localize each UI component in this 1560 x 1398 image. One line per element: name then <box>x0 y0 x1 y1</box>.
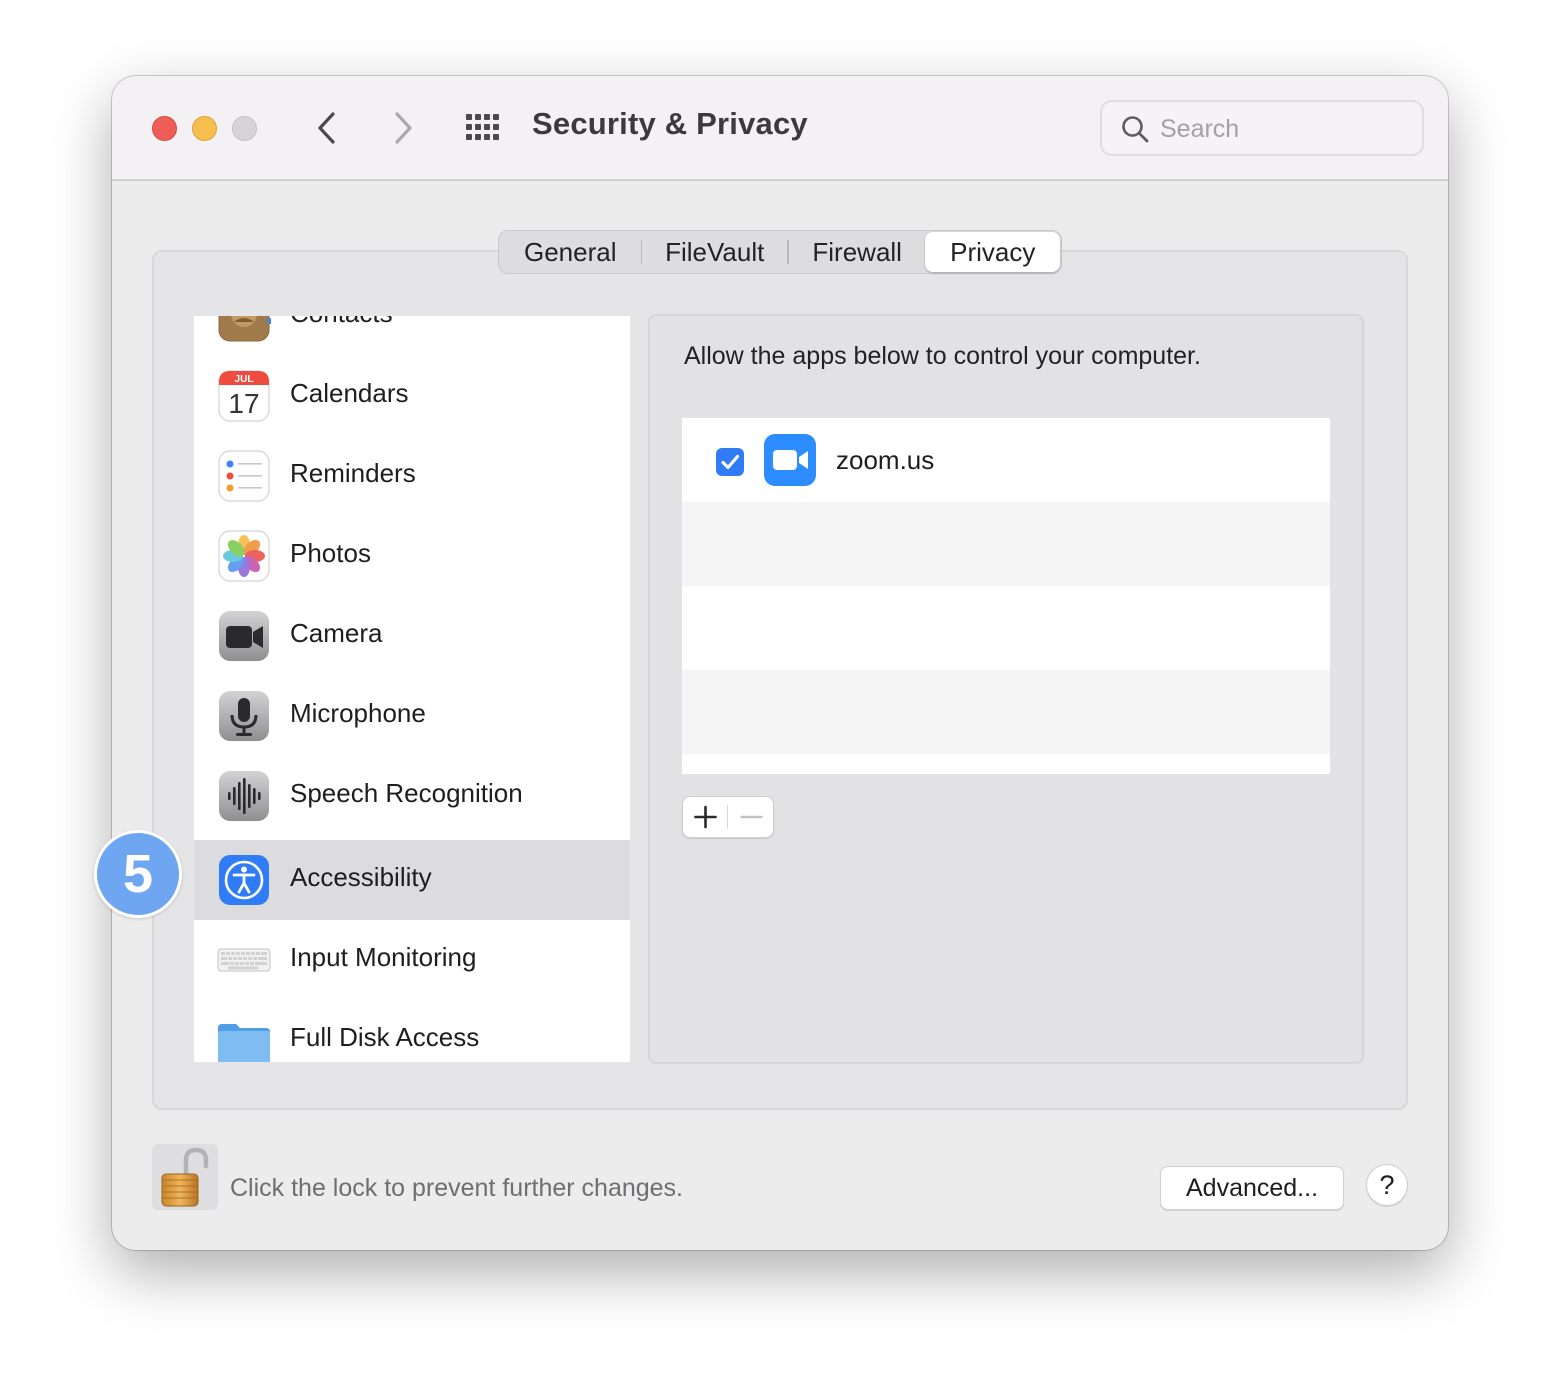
tab-bar: General FileVault Firewall Privacy <box>498 230 1062 274</box>
add-remove-divider <box>727 805 728 829</box>
zoom-icon <box>764 434 816 486</box>
minimize-button[interactable] <box>192 116 217 141</box>
lock-status-text: Click the lock to prevent further change… <box>230 1174 684 1202</box>
show-all-button[interactable] <box>462 110 506 146</box>
list-item-empty <box>682 586 1330 670</box>
system-preferences-window: Security & Privacy General FileVault Fir… <box>112 76 1448 1250</box>
plus-icon <box>694 805 717 829</box>
sidebar-item-photos[interactable]: Photos <box>194 516 630 596</box>
close-button[interactable] <box>152 116 177 141</box>
lock-button[interactable] <box>152 1144 218 1210</box>
tab-firewall[interactable]: Firewall <box>789 232 926 272</box>
sidebar-item-label: Photos <box>290 538 371 568</box>
calendar-day: 17 <box>228 388 259 419</box>
allowed-apps-list[interactable]: zoom.us <box>682 418 1330 774</box>
sidebar-item-label: Full Disk Access <box>290 1022 480 1052</box>
tab-privacy[interactable]: Privacy <box>925 232 1061 272</box>
back-button[interactable] <box>308 108 348 148</box>
sidebar-item-full-disk-access[interactable]: Full Disk Access <box>194 1000 630 1062</box>
speech-recognition-icon <box>219 771 269 821</box>
list-item-empty <box>682 670 1330 754</box>
chevron-right-icon <box>395 112 412 144</box>
sidebar-item-input-monitoring[interactable]: Input Monitoring <box>194 920 630 1000</box>
help-button[interactable]: ? <box>1366 1164 1408 1206</box>
window-title: Security & Privacy <box>532 106 808 141</box>
minus-icon <box>740 815 763 819</box>
list-item-empty <box>682 502 1330 586</box>
contacts-icon <box>218 316 271 342</box>
search-icon <box>1122 116 1149 143</box>
sidebar-item-label: Accessibility <box>290 862 432 892</box>
remove-app-button[interactable] <box>729 797 774 837</box>
accessibility-icon <box>219 855 269 905</box>
sidebar-item-contacts[interactable]: Contacts <box>194 316 630 356</box>
sidebar-item-label: Calendars <box>290 378 409 408</box>
search-input[interactable] <box>1160 110 1410 148</box>
zoom-allow-checkbox[interactable] <box>716 448 744 476</box>
accessibility-panel: Allow the apps below to control your com… <box>648 314 1364 1064</box>
sidebar-item-label: Input Monitoring <box>290 942 477 972</box>
unlocked-padlock-icon <box>161 1147 209 1207</box>
sidebar-item-label: Speech Recognition <box>290 778 523 808</box>
zoom-button[interactable] <box>232 116 257 141</box>
app-name: zoom.us <box>836 445 935 475</box>
reminders-icon <box>218 450 270 502</box>
add-remove-control <box>682 796 774 838</box>
sidebar-item-speech-recognition[interactable]: Speech Recognition <box>194 756 630 836</box>
camera-icon <box>219 611 269 661</box>
folder-icon <box>218 1024 270 1062</box>
photos-icon <box>218 530 270 582</box>
keyboard-icon <box>217 948 271 972</box>
grid-icon <box>466 114 499 140</box>
sidebar-item-label: Camera <box>290 618 383 648</box>
calendar-month: JUL <box>235 374 254 385</box>
sidebar-item-camera[interactable]: Camera <box>194 596 630 676</box>
microphone-icon <box>219 691 269 741</box>
list-item-empty <box>682 754 1330 774</box>
sidebar-item-microphone[interactable]: Microphone <box>194 676 630 756</box>
sidebar-item-label: Reminders <box>290 458 416 488</box>
panel-description: Allow the apps below to control your com… <box>684 342 1201 370</box>
title-bar: Security & Privacy <box>112 76 1448 181</box>
sidebar-item-reminders[interactable]: Reminders <box>194 436 630 516</box>
tab-general[interactable]: General <box>500 232 641 272</box>
sidebar-item-label: Contacts <box>290 316 393 329</box>
forward-button[interactable] <box>382 108 422 148</box>
advanced-button[interactable]: Advanced... <box>1160 1166 1344 1210</box>
calendar-icon: JUL 17 <box>218 370 270 422</box>
sidebar-item-label: Microphone <box>290 698 426 728</box>
search-field[interactable] <box>1100 100 1424 156</box>
sidebar-item-accessibility[interactable]: Accessibility <box>194 840 630 920</box>
tab-filevault[interactable]: FileVault <box>642 232 786 272</box>
privacy-category-list[interactable]: Contacts JUL 17 Calendars Reminders <box>194 316 630 1062</box>
chevron-left-icon <box>318 112 335 144</box>
add-app-button[interactable] <box>683 797 728 837</box>
list-item[interactable]: zoom.us <box>682 418 1330 502</box>
checkmark-icon <box>721 454 740 470</box>
step-number-badge: 5 <box>94 830 182 918</box>
sidebar-item-calendars[interactable]: JUL 17 Calendars <box>194 356 630 436</box>
